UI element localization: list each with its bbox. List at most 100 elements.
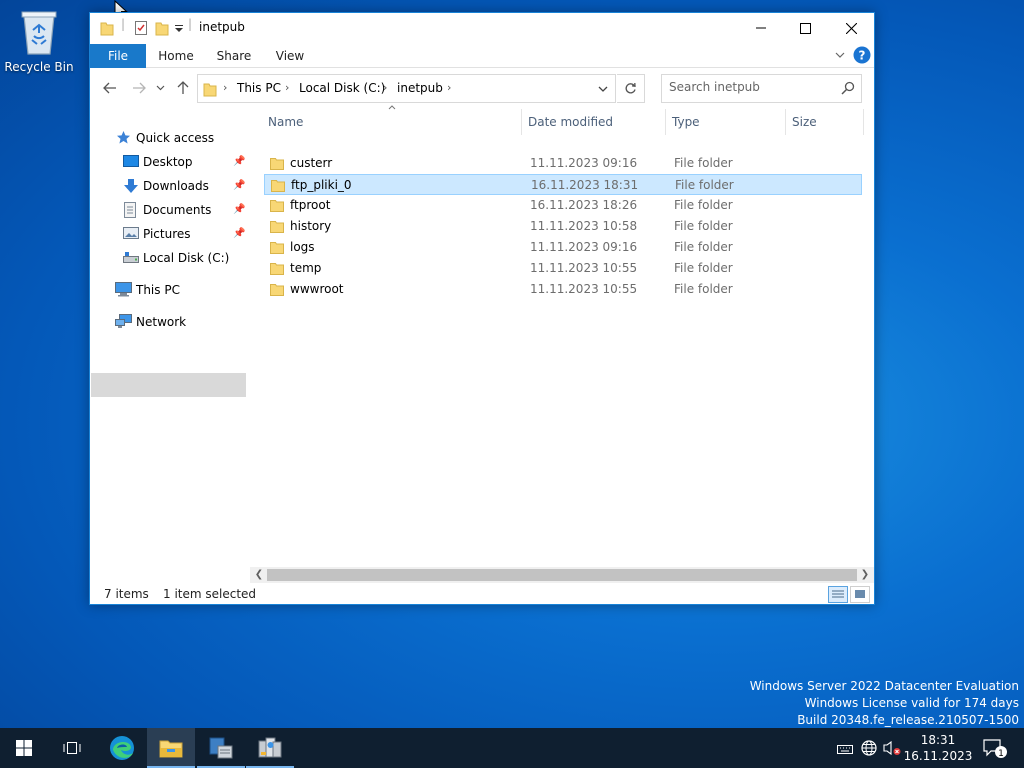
file-row[interactable]: temp 11.11.2023 10:55 File folder bbox=[264, 258, 862, 279]
breadcrumb-this-pc[interactable]: This PC bbox=[237, 81, 281, 95]
pin-icon: 📌 bbox=[233, 156, 246, 167]
globe-network-icon bbox=[861, 740, 877, 756]
breadcrumb-separator: › bbox=[383, 81, 388, 94]
search-input[interactable] bbox=[669, 80, 829, 94]
nav-label: Desktop bbox=[143, 155, 193, 169]
breadcrumb-local-disk[interactable]: Local Disk (C:) bbox=[299, 81, 385, 95]
folder-icon bbox=[270, 200, 284, 212]
search-icon[interactable] bbox=[841, 81, 855, 95]
nav-label: Documents bbox=[143, 203, 212, 217]
nav-item-desktop[interactable]: Desktop 📌 bbox=[123, 151, 245, 173]
download-arrow-icon bbox=[124, 179, 138, 193]
nav-label: Quick access bbox=[136, 131, 215, 145]
nav-label: Local Disk (C:) bbox=[143, 251, 230, 265]
file-name: wwwroot bbox=[290, 282, 344, 296]
status-bar: 7 items 1 item selected bbox=[90, 583, 874, 605]
forward-button[interactable] bbox=[130, 79, 148, 97]
properties-icon[interactable] bbox=[134, 19, 148, 37]
file-row[interactable]: ftp_pliki_0 16.11.2023 18:31 File folder bbox=[264, 174, 862, 195]
tab-home[interactable]: Home bbox=[152, 44, 200, 68]
chevron-down-icon bbox=[156, 85, 164, 91]
details-view-button[interactable] bbox=[828, 586, 848, 603]
large-icons-view-button[interactable] bbox=[850, 586, 870, 603]
folder-icon bbox=[100, 22, 114, 36]
file-row[interactable]: custerr 11.11.2023 09:16 File folder bbox=[264, 153, 862, 174]
file-row[interactable]: wwwroot 11.11.2023 10:55 File folder bbox=[264, 279, 862, 300]
breadcrumb-separator: › bbox=[223, 81, 228, 94]
folder-icon bbox=[270, 221, 284, 233]
new-folder-icon[interactable] bbox=[155, 19, 169, 37]
scroll-left-icon[interactable]: ❮ bbox=[252, 569, 266, 581]
maximize-icon bbox=[799, 22, 811, 34]
tab-file[interactable]: File bbox=[90, 44, 146, 68]
customize-quick-access-icon[interactable] bbox=[174, 19, 184, 37]
file-date-modified: 11.11.2023 10:55 bbox=[530, 282, 638, 296]
up-button[interactable] bbox=[174, 79, 192, 97]
nav-label: Network bbox=[136, 315, 187, 329]
taskbar-clock[interactable]: 18:31 16.11.2023 bbox=[903, 732, 973, 764]
refresh-button[interactable] bbox=[617, 74, 645, 103]
volume-button[interactable] bbox=[881, 728, 903, 768]
file-name: custerr bbox=[290, 156, 333, 170]
recent-locations-button[interactable] bbox=[154, 79, 166, 97]
start-button[interactable] bbox=[0, 728, 48, 768]
close-button[interactable] bbox=[828, 13, 874, 43]
file-date-modified: 11.11.2023 10:55 bbox=[530, 261, 638, 275]
tab-view[interactable]: View bbox=[266, 44, 314, 68]
ribbon-tabs: File Home Share View ? bbox=[90, 44, 874, 68]
nav-item-downloads[interactable]: Downloads 📌 bbox=[123, 175, 245, 197]
file-date-modified: 11.11.2023 09:16 bbox=[530, 240, 638, 254]
svg-text:?: ? bbox=[859, 49, 866, 63]
file-row[interactable]: history 11.11.2023 10:58 File folder bbox=[264, 216, 862, 237]
breadcrumb-inetpub[interactable]: inetpub bbox=[397, 81, 443, 95]
horizontal-scrollbar[interactable]: ❮ ❯ bbox=[250, 567, 874, 583]
folder-icon bbox=[270, 284, 284, 296]
help-icon[interactable]: ? bbox=[853, 46, 871, 64]
server-manager-taskbar-button[interactable] bbox=[197, 728, 245, 768]
clock-time: 18:31 bbox=[920, 733, 956, 747]
star-icon bbox=[117, 131, 130, 144]
forward-arrow-icon bbox=[133, 82, 146, 94]
file-explorer-window: | | inetpub File Home Share View ? › Thi… bbox=[89, 12, 875, 605]
iis-manager-taskbar-button[interactable] bbox=[246, 728, 294, 768]
task-view-button[interactable] bbox=[48, 728, 96, 768]
navigation-pane: Quick access Desktop 📌 Downloads 📌 Docum… bbox=[90, 109, 248, 569]
edge-browser-button[interactable] bbox=[98, 728, 146, 768]
column-header-name[interactable]: Name bbox=[262, 109, 522, 135]
edge-browser-icon bbox=[110, 736, 134, 760]
address-bar[interactable]: › This PC › Local Disk (C:) › inetpub › bbox=[197, 74, 616, 103]
nav-item-pictures[interactable]: Pictures 📌 bbox=[123, 223, 245, 245]
file-row[interactable]: ftproot 16.11.2023 18:26 File folder bbox=[264, 195, 862, 216]
title-bar[interactable]: | | inetpub bbox=[90, 13, 874, 44]
file-type: File folder bbox=[675, 178, 734, 192]
nav-item-documents[interactable]: Documents 📌 bbox=[123, 199, 245, 221]
file-explorer-taskbar-button[interactable] bbox=[147, 728, 195, 768]
file-type: File folder bbox=[674, 282, 733, 296]
column-header-type[interactable]: Type bbox=[666, 109, 786, 135]
scroll-right-icon[interactable]: ❯ bbox=[858, 569, 872, 581]
notifications-button[interactable]: 1 bbox=[980, 728, 1010, 768]
column-header-date-modified[interactable]: Date modified bbox=[522, 109, 666, 135]
task-view-icon bbox=[63, 742, 81, 754]
clock-date: 16.11.2023 bbox=[903, 749, 973, 763]
hard-drive-icon bbox=[123, 252, 139, 263]
nav-label: This PC bbox=[136, 283, 180, 297]
recycle-bin-shortcut[interactable]: Recycle Bin bbox=[4, 6, 74, 74]
search-box[interactable] bbox=[661, 74, 862, 103]
file-type: File folder bbox=[674, 261, 733, 275]
address-dropdown-icon[interactable] bbox=[598, 86, 608, 93]
file-row[interactable]: logs 11.11.2023 09:16 File folder bbox=[264, 237, 862, 258]
back-button[interactable] bbox=[101, 79, 119, 97]
maximize-button[interactable] bbox=[782, 13, 828, 43]
column-header-size[interactable]: Size bbox=[786, 109, 864, 135]
network-status-button[interactable] bbox=[858, 728, 880, 768]
tray-tips-button[interactable] bbox=[834, 728, 856, 768]
tab-share[interactable]: Share bbox=[210, 44, 258, 68]
recycle-bin-icon bbox=[21, 11, 57, 55]
minimize-button[interactable] bbox=[738, 13, 784, 43]
scrollbar-thumb[interactable] bbox=[267, 569, 857, 581]
file-type: File folder bbox=[674, 219, 733, 233]
file-name: history bbox=[290, 219, 332, 233]
back-arrow-icon bbox=[103, 82, 116, 94]
expand-ribbon-icon[interactable] bbox=[835, 52, 845, 60]
